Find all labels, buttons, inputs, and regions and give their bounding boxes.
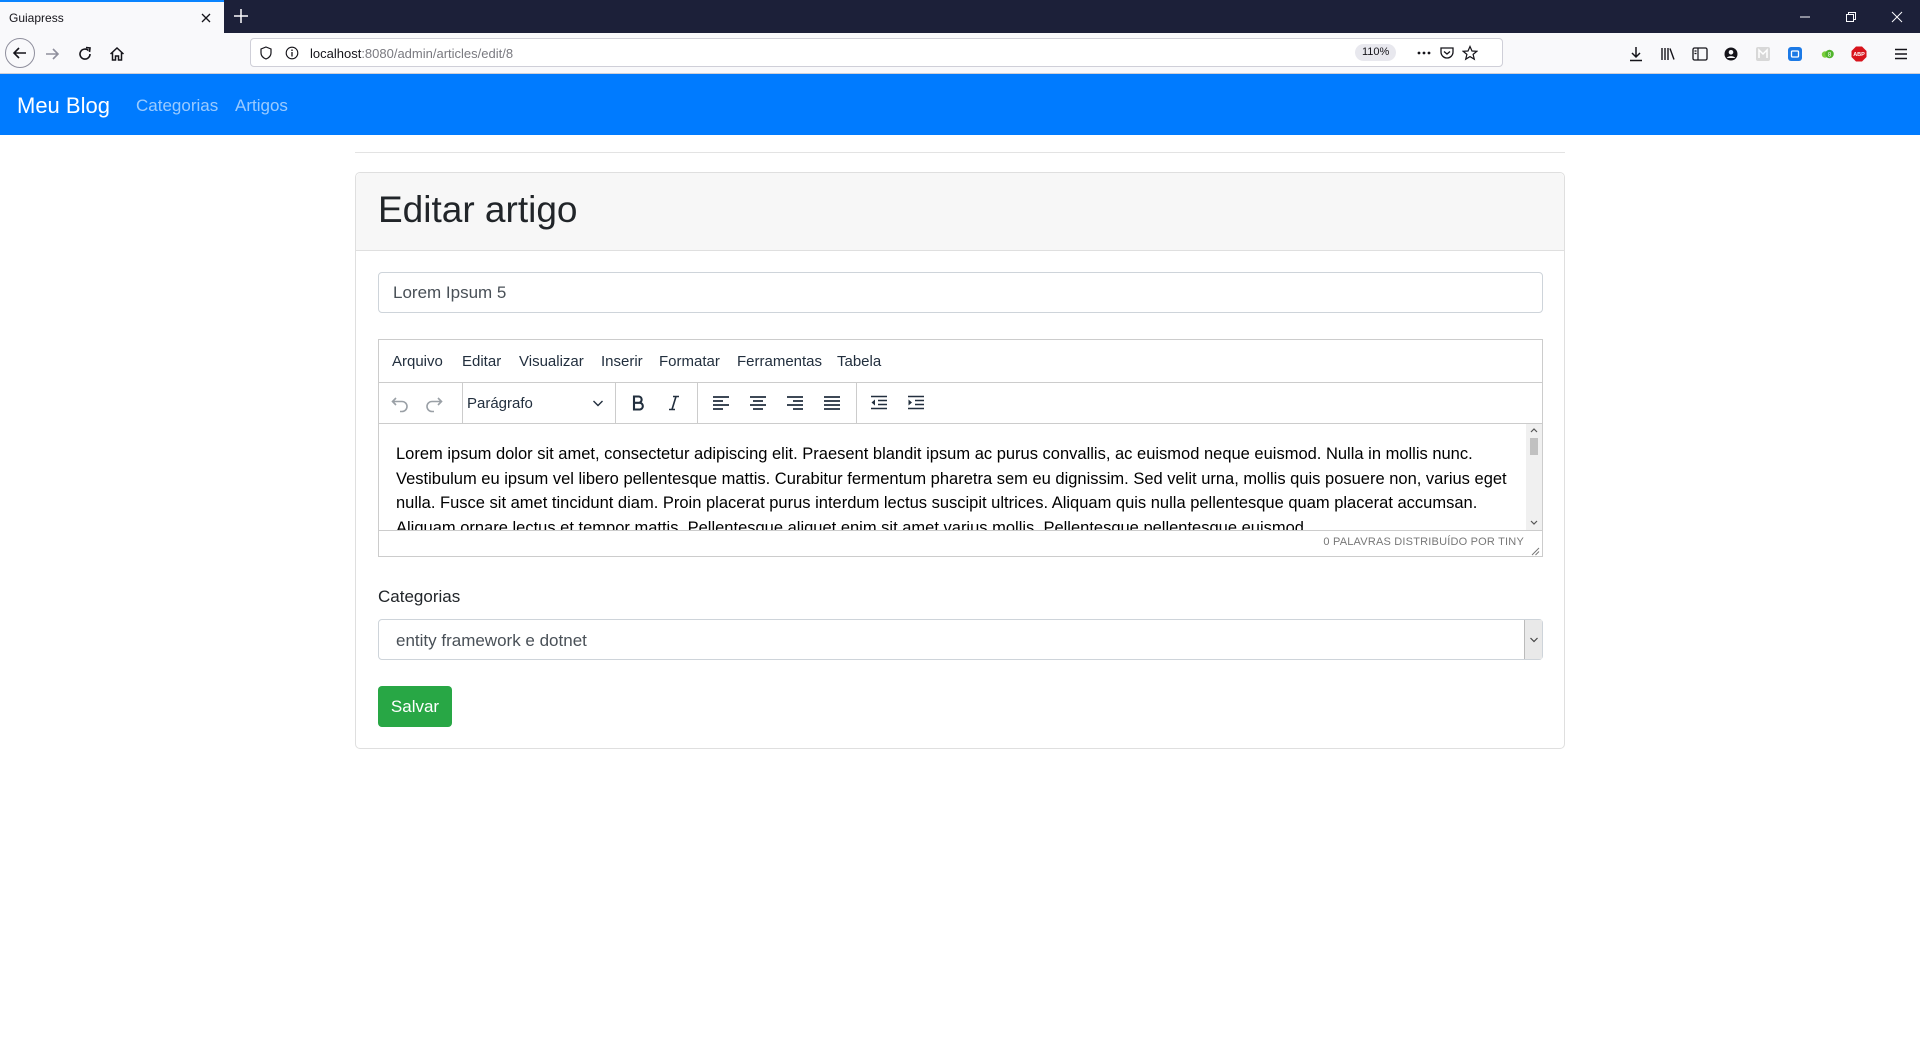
minimize-icon[interactable] <box>1782 0 1828 33</box>
menu-inserir[interactable]: Inserir <box>601 353 643 370</box>
scroll-up-icon[interactable] <box>1529 426 1539 434</box>
toolbar-separator <box>615 383 616 423</box>
card-header: Editar artigo <box>356 173 1564 251</box>
toolbar-separator <box>856 383 857 423</box>
bold-icon[interactable] <box>623 388 653 418</box>
editor-toolbar: Parágrafo <box>379 383 1542 424</box>
chevron-down-icon <box>592 397 604 409</box>
browser-tab-strip: Guiapress <box>0 0 1920 33</box>
nav-link-categorias[interactable]: Categorias <box>136 96 218 116</box>
pocket-icon[interactable] <box>1438 44 1456 62</box>
indent-icon[interactable] <box>901 388 931 418</box>
italic-icon[interactable] <box>659 388 689 418</box>
chevron-down-icon[interactable] <box>1524 620 1542 659</box>
category-selected-value: entity framework e dotnet <box>396 631 587 650</box>
rich-text-editor: Arquivo Editar Visualizar Inserir Format… <box>378 339 1543 557</box>
url-text: localhost:8080/admin/articles/edit/8 <box>310 46 514 61</box>
menu-arquivo[interactable]: Arquivo <box>392 353 443 370</box>
redo-icon[interactable] <box>419 388 449 418</box>
new-tab-icon[interactable] <box>232 7 250 25</box>
more-actions-icon[interactable] <box>1415 44 1433 62</box>
forward-icon[interactable] <box>38 40 66 68</box>
block-format-dropdown[interactable]: Parágrafo <box>467 388 607 418</box>
align-left-icon[interactable] <box>706 388 736 418</box>
editor-content-text: Lorem ipsum dolor sit amet, consectetur … <box>396 445 1507 530</box>
word-count-status: 0 PALAVRAS DISTRIBUÍDO POR TINY <box>1323 536 1524 548</box>
restore-icon[interactable] <box>1828 0 1874 33</box>
browser-tab[interactable]: Guiapress <box>0 0 224 33</box>
resize-handle-icon[interactable] <box>1530 546 1540 556</box>
category-label: Categorias <box>378 587 461 606</box>
editor-statusbar: 0 PALAVRAS DISTRIBUÍDO POR TINY <box>379 530 1542 557</box>
scroll-down-icon[interactable] <box>1529 519 1539 527</box>
menu-hamburger-icon[interactable] <box>1887 40 1915 68</box>
brand-link[interactable]: Meu Blog <box>17 93 110 119</box>
article-title-input[interactable]: Lorem Ipsum 5 <box>378 272 1543 313</box>
sidebar-icon[interactable] <box>1686 40 1714 68</box>
home-icon[interactable] <box>103 40 131 68</box>
align-right-icon[interactable] <box>780 388 810 418</box>
editor-content-area[interactable]: Lorem ipsum dolor sit amet, consectetur … <box>379 424 1526 530</box>
menu-editar[interactable]: Editar <box>462 353 501 370</box>
back-icon[interactable] <box>5 38 35 68</box>
menu-visualizar[interactable]: Visualizar <box>519 353 584 370</box>
shield-icon[interactable] <box>257 44 275 62</box>
menu-ferramentas[interactable]: Ferramentas <box>737 353 822 370</box>
browser-toolbar: localhost:8080/admin/articles/edit/8 110… <box>0 33 1920 74</box>
tab-title: Guiapress <box>9 11 64 25</box>
library-icon[interactable] <box>1654 40 1682 68</box>
extension-blue-icon[interactable] <box>1781 40 1809 68</box>
address-bar[interactable]: localhost:8080/admin/articles/edit/8 110… <box>250 38 1503 67</box>
site-navbar: Meu Blog Categorias Artigos <box>0 74 1920 135</box>
zoom-level[interactable]: 110% <box>1355 44 1397 61</box>
toolbar-separator <box>462 383 463 423</box>
extension-green-icon[interactable]: 8 <box>1813 40 1841 68</box>
undo-icon[interactable] <box>385 388 415 418</box>
block-format-label: Parágrafo <box>467 395 533 412</box>
toolbar-separator <box>697 383 698 423</box>
category-select[interactable]: entity framework e dotnet <box>378 619 1543 660</box>
outdent-icon[interactable] <box>864 388 894 418</box>
menu-tabela[interactable]: Tabela <box>837 353 881 370</box>
align-center-icon[interactable] <box>743 388 773 418</box>
editor-menubar: Arquivo Editar Visualizar Inserir Format… <box>379 340 1542 383</box>
divider <box>355 152 1565 153</box>
editor-scrollbar[interactable] <box>1526 424 1542 530</box>
save-button[interactable]: Salvar <box>378 686 452 727</box>
align-justify-icon[interactable] <box>817 388 847 418</box>
reload-icon[interactable] <box>71 40 99 68</box>
nav-link-artigos[interactable]: Artigos <box>235 96 288 116</box>
edit-article-card: Editar artigo Lorem Ipsum 5 Arquivo Edit… <box>355 172 1565 749</box>
scroll-thumb[interactable] <box>1530 438 1538 455</box>
svg-text:ABP: ABP <box>1853 52 1865 58</box>
account-icon[interactable] <box>1717 40 1745 68</box>
close-tab-icon[interactable] <box>198 10 214 26</box>
page-title: Editar artigo <box>378 189 578 230</box>
close-window-icon[interactable] <box>1874 0 1920 33</box>
adblock-icon[interactable]: ABP <box>1845 40 1873 68</box>
extension-gray-icon[interactable] <box>1749 40 1777 68</box>
bookmark-star-icon[interactable] <box>1461 44 1479 62</box>
info-icon[interactable] <box>283 44 301 62</box>
menu-formatar[interactable]: Formatar <box>659 353 720 370</box>
downloads-icon[interactable] <box>1622 40 1650 68</box>
